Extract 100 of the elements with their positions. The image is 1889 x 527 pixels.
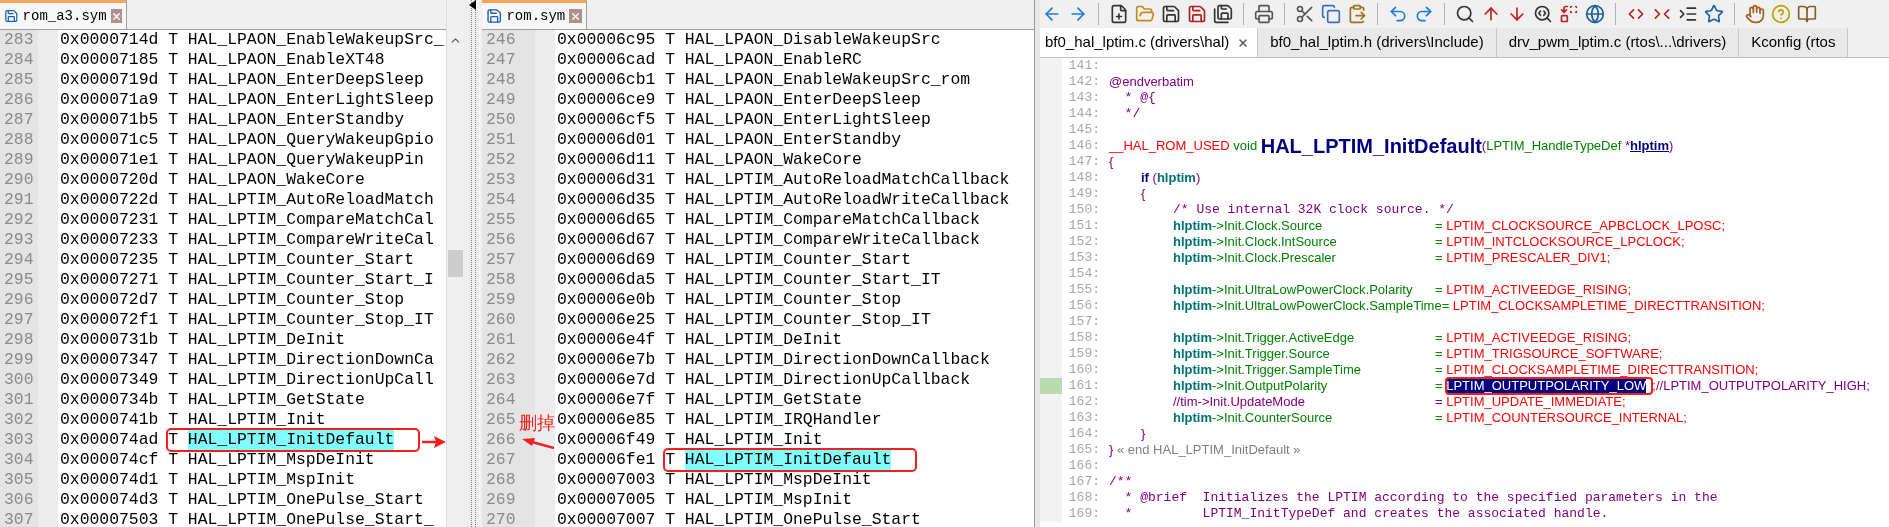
- symbol-type: T: [168, 250, 178, 270]
- address-text: 0x0000714d: [60, 30, 159, 50]
- hand-icon[interactable]: [1745, 4, 1765, 24]
- line-number: 290: [4, 170, 34, 189]
- code-text: */: [1123, 106, 1141, 122]
- symbol-type: T: [665, 110, 675, 130]
- redo-icon[interactable]: [1414, 4, 1434, 24]
- find-in-files-icon[interactable]: [1533, 4, 1553, 24]
- file-tab[interactable]: Kconfig (rtos: [1739, 28, 1849, 57]
- file-tab[interactable]: rom_a3.sym: [0, 0, 127, 29]
- scrollbar[interactable]: [446, 0, 464, 527]
- line-number: 270: [486, 510, 516, 527]
- undo-icon[interactable]: [1388, 4, 1408, 24]
- printer-icon[interactable]: [1254, 4, 1274, 24]
- symbol-name: HAL_LPTIM_DirectionDownCallback: [684, 350, 990, 370]
- symbol-type: T: [168, 350, 178, 370]
- symbol-type: T: [168, 430, 178, 450]
- symbol-name: HAL_LPAON_EnterStandby: [187, 110, 405, 130]
- symbol-type: T: [665, 170, 675, 190]
- line-number: 149:: [1067, 186, 1101, 202]
- file-tab[interactable]: bf0_hal_lptim.h (drivers\Include): [1258, 28, 1497, 57]
- symbol-type: T: [168, 150, 178, 170]
- symbol-name: HAL_LPTIM_CompareMatchCallback: [684, 210, 980, 230]
- line-number: 307: [4, 510, 34, 527]
- replace-icon[interactable]: [1559, 4, 1579, 24]
- search-icon[interactable]: [1455, 4, 1475, 24]
- line-number: 295: [4, 270, 34, 289]
- file-tab[interactable]: bf0_hal_lptim.c (drivers\hal): [1040, 28, 1259, 57]
- symbol-type: T: [168, 290, 178, 310]
- symbol-name: HAL_LPTIM_MspInit: [187, 470, 356, 490]
- line-number: 157:: [1067, 314, 1101, 330]
- annotation-arrow: [422, 435, 446, 449]
- line-number: 264: [486, 390, 516, 409]
- code-text: } « end HAL_LPTIM_InitDefault »: [1109, 442, 1301, 458]
- symbol-type: T: [168, 310, 178, 330]
- save-all-icon[interactable]: [1213, 4, 1233, 24]
- file-tab[interactable]: rom.sym: [482, 0, 587, 29]
- line-number: 292: [4, 210, 34, 229]
- symbol-name: HAL_LPTIM_Init: [187, 410, 326, 430]
- star-icon[interactable]: [1704, 4, 1724, 24]
- symbol-type: T: [665, 310, 675, 330]
- symbol-name: HAL_LPTIM_Counter_Stop: [684, 290, 902, 310]
- code-text: ;: [1681, 234, 1685, 250]
- line-number: 154:: [1067, 266, 1101, 282]
- open-folder-icon[interactable]: [1135, 4, 1155, 24]
- save-as-icon[interactable]: [1187, 4, 1207, 24]
- symbol-name: HAL_LPAON_QueryWakeupGpio: [187, 130, 434, 150]
- cut-icon[interactable]: [1295, 4, 1315, 24]
- new-file-icon[interactable]: [1109, 4, 1129, 24]
- symbol-name: HAL_LPTIM_OnePulse_Start: [684, 510, 921, 527]
- symbol-name: HAL_LPTIM_Counter_Start_I: [187, 270, 434, 290]
- line-number: 256: [486, 230, 516, 249]
- line-number: 293: [4, 230, 34, 249]
- symbol-type: T: [665, 190, 675, 210]
- annotation-text: 删掉: [519, 412, 555, 434]
- address-text: 0x00006c95: [557, 30, 656, 50]
- address-text: 0x000074cf: [60, 450, 159, 470]
- line-number: 161:: [1067, 378, 1101, 394]
- scroll-thumb[interactable]: [448, 250, 463, 277]
- save-icon: [4, 7, 19, 25]
- line-number: 289: [4, 150, 34, 169]
- line-number: 163:: [1067, 410, 1101, 426]
- symbol-type: T: [665, 130, 675, 150]
- address-text: 0x00007233: [60, 230, 159, 250]
- address-text: 0x00007007: [557, 510, 656, 527]
- file-tab[interactable]: drv_pwm_lptim.c (rtos\...\drivers): [1496, 28, 1740, 57]
- address-text: 0x00006f49: [557, 430, 656, 450]
- code-text: ;: [1658, 346, 1663, 362]
- line-number: 263: [486, 370, 516, 389]
- code-value: LPTIM_PRESCALER_DIV1: [1446, 250, 1607, 266]
- line-number: 160:: [1067, 362, 1101, 378]
- book-icon[interactable]: [1797, 4, 1817, 24]
- symbol-name: HAL_LPAON_WakeCore: [684, 150, 862, 170]
- line-number: 247: [486, 50, 516, 69]
- symbol-name: HAL_LPAON_EnterLightSleep: [684, 110, 931, 130]
- line-number: 291: [4, 190, 34, 209]
- code-text: * @{: [1123, 90, 1156, 106]
- address-text: 0x00006cf5: [557, 110, 656, 130]
- line-number: 162:: [1067, 394, 1101, 410]
- code-value: LPTIM_UPDATE_IMMEDIATE: [1446, 394, 1622, 410]
- symbol-type: T: [665, 450, 675, 470]
- symbol-name: HAL_LPTIM_Counter_Start: [187, 250, 415, 270]
- save-icon[interactable]: [1161, 4, 1181, 24]
- line-number: 259: [486, 290, 516, 309]
- line-number: 267: [486, 450, 516, 469]
- line-number: 165:: [1067, 442, 1101, 458]
- address-text: 0x00006e7b: [557, 350, 656, 370]
- collapse-arrow-icon[interactable]: [469, 0, 476, 10]
- symbol-name: HAL_LPAON_EnableWakeupSrc_: [187, 30, 444, 50]
- line-number: 167:: [1067, 474, 1101, 490]
- line-number: 142:: [1067, 74, 1101, 90]
- code-text: ;: [1622, 394, 1626, 410]
- web-icon[interactable]: [1585, 4, 1605, 24]
- line-number: 288: [4, 130, 34, 149]
- copy-icon[interactable]: [1321, 4, 1341, 24]
- symbol-name: HAL_LPTIM_GetState: [684, 390, 862, 410]
- close-icon[interactable]: [1237, 36, 1250, 49]
- indent-icon[interactable]: [1678, 4, 1698, 24]
- paste-icon[interactable]: [1347, 4, 1367, 24]
- address-text: 0x0000719d: [60, 70, 159, 90]
